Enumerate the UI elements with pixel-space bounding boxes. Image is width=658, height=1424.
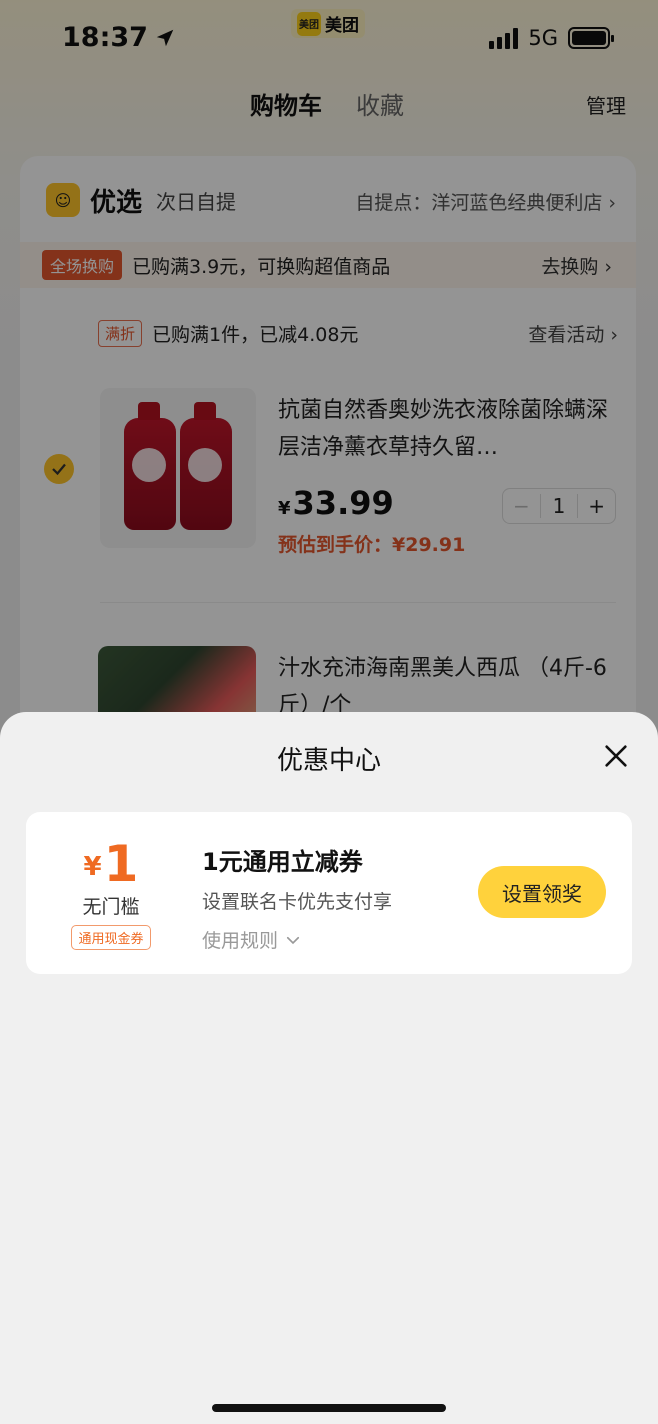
coupon-card: ¥1 无门槛 通用现金券 1元通用立减券 设置联名卡优先支付享 使用规则 设置领… bbox=[26, 812, 632, 974]
coupon-amount: ¥1 bbox=[83, 835, 139, 893]
coupon-desc: 设置联名卡优先支付享 bbox=[202, 891, 393, 913]
coupon-value-block: ¥1 无门槛 通用现金券 bbox=[66, 838, 156, 950]
home-indicator bbox=[212, 1404, 446, 1412]
usage-rules-label: 使用规则 bbox=[202, 930, 279, 952]
claim-reward-button[interactable]: 设置领奖 bbox=[478, 866, 606, 918]
chevron-down-icon bbox=[286, 936, 300, 944]
coupon-info: 1元通用立减券 设置联名卡优先支付享 使用规则 bbox=[202, 842, 472, 953]
sheet-title: 优惠中心 bbox=[276, 746, 381, 776]
coupon-threshold: 无门槛 bbox=[82, 896, 140, 918]
coupon-type-badge: 通用现金券 bbox=[71, 925, 151, 950]
usage-rules-toggle[interactable]: 使用规则 bbox=[202, 926, 472, 953]
close-icon[interactable] bbox=[602, 742, 630, 770]
discount-center-sheet: 优惠中心 ¥1 无门槛 通用现金券 1元通用立减券 设置联名卡优先支付享 使用规… bbox=[0, 712, 658, 1424]
coupon-name: 1元通用立减券 bbox=[202, 848, 363, 876]
